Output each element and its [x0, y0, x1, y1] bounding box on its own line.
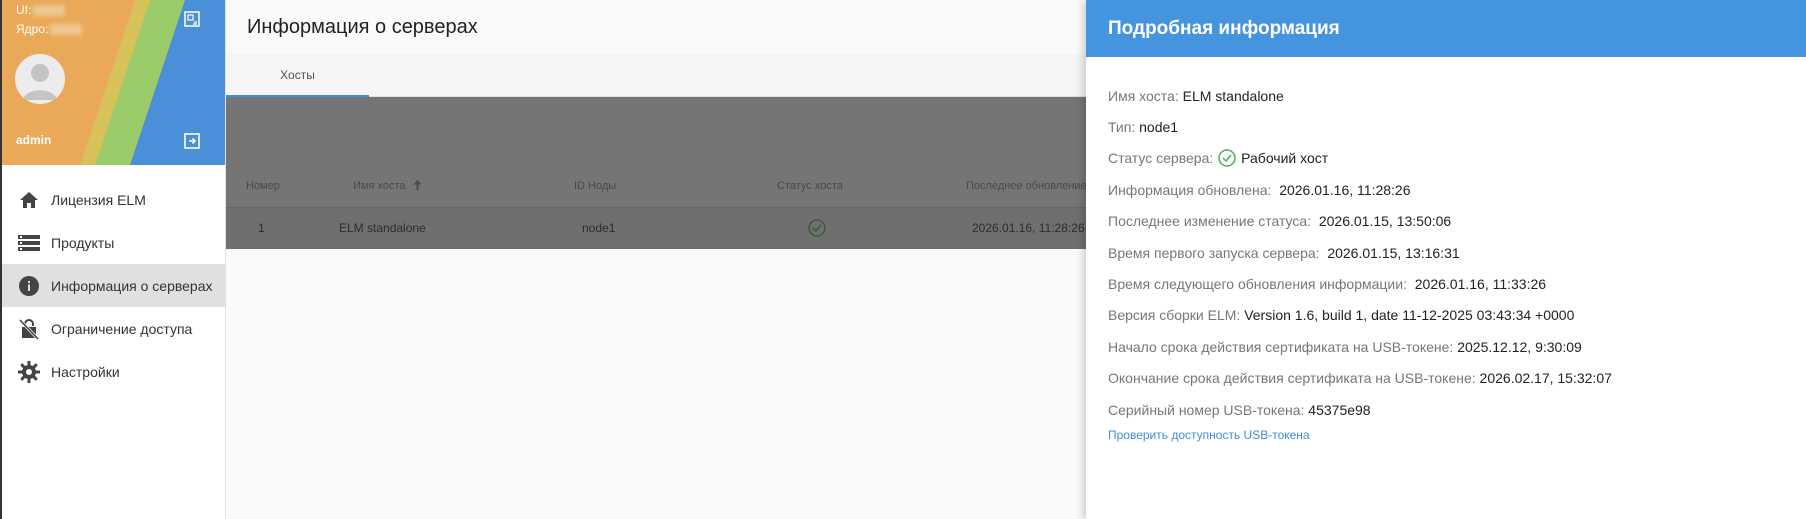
user-avatar-icon [15, 54, 65, 104]
details-fields: Имя хоста: ELM standalone Тип: node1 Ста… [1108, 80, 1612, 425]
storage-icon [18, 234, 40, 251]
sidebar-item-label: Продукты [51, 234, 115, 251]
check-circle-icon [808, 219, 826, 237]
sort-arrow-up-icon [413, 180, 422, 190]
sidebar-item-label: Настройки [51, 363, 120, 380]
page-title: Информация о серверах [247, 16, 478, 38]
cell-host-status [808, 219, 826, 240]
cell-number: 1 [258, 221, 265, 235]
info-icon [19, 275, 39, 296]
main-content: Информация о серверах Хосты Номер Имя хо… [226, 0, 1087, 519]
details-panel: Подробная информация Имя хоста: ELM stan… [1086, 0, 1806, 519]
sidebar-item-label: Информация о серверах [51, 277, 213, 294]
field-last-status-change: Последнее изменение статуса: 2026.01.15,… [1108, 213, 1452, 230]
field-token-serial: Серийный номер USB-токена: 45375e98 [1108, 401, 1371, 418]
sidebar-item-access-restriction[interactable]: Ограничение доступа [0, 307, 225, 350]
lock-off-icon [19, 318, 39, 340]
field-first-start: Время первого запуска сервера: 2026.01.1… [1108, 244, 1460, 261]
cell-node-id: node1 [582, 221, 616, 235]
avatar [15, 54, 65, 104]
username: admin [16, 133, 52, 147]
cell-last-update: 2026.01.16, 11:28:26 [972, 221, 1085, 235]
field-info-updated: Информация обновлена: 2026.01.16, 11:28:… [1108, 181, 1411, 198]
status-ok-icon [1218, 149, 1236, 168]
field-cert-end: Окончание срока действия сертификата на … [1108, 370, 1612, 387]
table-row[interactable]: 1 ELM standalone node1 2026.01.16, 11:28… [226, 207, 1086, 249]
ui-version-label: UI: [16, 3, 66, 17]
hosts-grid: Номер Имя хоста ID Ноды Статус хоста Пос… [226, 97, 1087, 249]
column-header-node-id[interactable]: ID Ноды [574, 180, 616, 192]
logout-icon[interactable] [183, 132, 201, 150]
column-header-host-status[interactable]: Статус хоста [777, 180, 843, 192]
tab-hosts[interactable]: Хосты [226, 54, 369, 97]
field-cert-start: Начало срока действия сертификата на USB… [1108, 338, 1582, 355]
sidebar-item-products[interactable]: Продукты [0, 221, 225, 264]
core-version-label: Ядро: [16, 22, 83, 36]
sidebar-item-settings[interactable]: Настройки [0, 350, 225, 393]
check-usb-token-link[interactable]: Проверить доступность USB-токена [1108, 428, 1310, 442]
details-panel-header: Подробная информация [1086, 0, 1806, 57]
sidebar-item-server-info[interactable]: Информация о серверах [0, 264, 225, 307]
field-type: Тип: node1 [1108, 119, 1179, 136]
user-profile-card: UI: Ядро: admin [0, 0, 225, 165]
tab-bar: Хосты [226, 54, 1086, 97]
column-header-number[interactable]: Номер [246, 180, 280, 192]
sidebar: UI: Ядро: admin Лицензия ELM Продукты Ин… [0, 0, 226, 519]
field-build-version: Версия сборки ELM: Version 1.6, build 1,… [1108, 307, 1575, 324]
details-panel-title: Подробная информация [1108, 17, 1340, 39]
column-header-last-update[interactable]: Последнее обновление [966, 180, 1087, 192]
field-next-update: Время следующего обновления информации: … [1108, 276, 1547, 293]
gear-icon [18, 360, 40, 383]
sidebar-item-label: Лицензия ELM [51, 191, 146, 208]
version-info-icon[interactable] [184, 11, 200, 27]
home-icon [20, 191, 38, 208]
field-hostname: Имя хоста: ELM standalone [1108, 87, 1284, 104]
cell-hostname: ELM standalone [339, 221, 426, 235]
sidebar-menu: Лицензия ELM Продукты Информация о серве… [0, 178, 225, 393]
sidebar-item-label: Ограничение доступа [51, 320, 193, 337]
grid-header: Номер Имя хоста ID Ноды Статус хоста Пос… [226, 163, 1087, 209]
sidebar-item-license[interactable]: Лицензия ELM [0, 178, 225, 221]
column-header-hostname[interactable]: Имя хоста [353, 180, 422, 192]
field-server-status: Статус сервера: Рабочий хост [1108, 149, 1329, 168]
